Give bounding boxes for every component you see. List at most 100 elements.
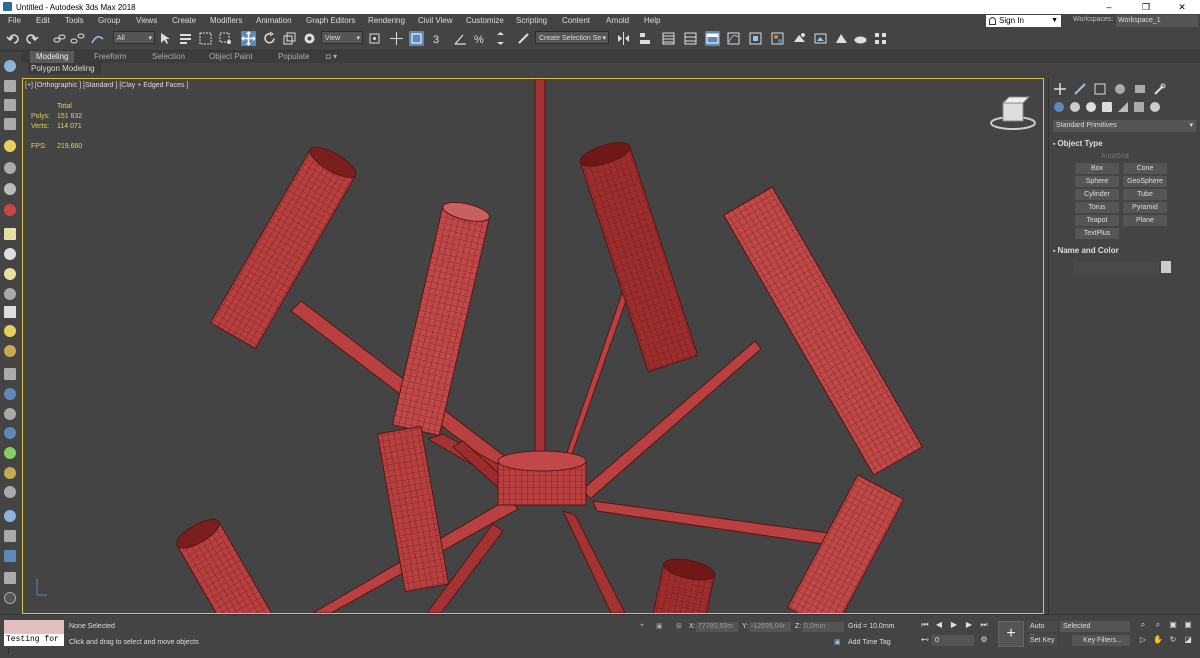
menu-tools[interactable]: Tools [65,16,84,25]
keyboard-shortcut-toggle-icon[interactable] [409,31,424,46]
window-crossing-icon[interactable] [218,31,233,46]
menu-animation[interactable]: Animation [256,16,292,25]
set-key-icon[interactable]: + [998,621,1024,647]
unlink-icon[interactable] [70,31,85,46]
cone-button[interactable]: Cone [1123,163,1167,174]
select-manipulate-icon[interactable] [389,31,404,46]
go-to-start-icon[interactable]: ⏮ [920,620,930,630]
menu-rendering[interactable]: Rendering [368,16,405,25]
sphere-button[interactable]: Sphere [1075,176,1119,187]
menu-scripting[interactable]: Scripting [516,16,547,25]
select-object-icon[interactable] [158,31,173,46]
display-tab-icon[interactable] [1133,82,1147,96]
selected-dropdown[interactable]: Selected [1060,621,1130,632]
bind-space-warp-icon[interactable] [90,31,105,46]
workspace-dropdown[interactable]: Workspace_1 [1116,15,1198,27]
utilities-tab-icon[interactable] [1153,82,1167,96]
viewport[interactable]: [+] [Orthographic ] [Standard ] [Clay + … [22,78,1044,614]
menu-edit[interactable]: Edit [36,16,50,25]
pan-view-icon[interactable]: ✋ [1153,635,1163,645]
rectangular-selection-icon[interactable] [198,31,213,46]
primitive-type-dropdown[interactable]: Standard Primitives ▾ [1053,120,1196,132]
object-name-field[interactable] [1074,262,1159,273]
sun-icon[interactable] [4,325,16,337]
name-and-color-rollout[interactable]: ▪ Name and Color [1053,246,1196,255]
object-color-swatch[interactable] [1161,261,1171,273]
absolute-mode-icon[interactable]: ⊞ [676,622,682,630]
box-button[interactable]: Box [1075,163,1119,174]
lights-icon[interactable] [1086,102,1096,112]
select-and-rotate-icon[interactable] [262,31,277,46]
key-mode-icon[interactable]: ⊷ [920,635,930,645]
isolate-selection-icon[interactable]: ⌖ [640,622,644,630]
select-and-move-icon[interactable] [241,31,256,46]
ribbon-options-icon[interactable]: ◘ ▾ [326,51,337,63]
maxscript-listener-mini[interactable] [4,620,64,634]
menu-help[interactable]: Help [644,16,660,25]
polygon-modeling-panel[interactable]: Polygon Modeling [28,63,101,74]
menu-views[interactable]: Views [136,16,157,25]
textplus-button[interactable]: TextPlus [1075,228,1119,239]
x-coordinate-field[interactable]: 77780,69m [696,622,738,632]
select-and-scale-icon[interactable] [282,31,297,46]
auto-key-button[interactable]: Auto Key [1027,621,1057,641]
arnold-toolbar-icon[interactable] [873,31,888,46]
light-icon[interactable] [4,140,16,152]
dome-icon[interactable] [4,248,16,260]
mirror-icon[interactable] [616,31,631,46]
sphere-icon[interactable] [4,268,16,280]
field-of-view-icon[interactable]: ▷ [1138,635,1148,645]
tool-d-icon[interactable] [4,550,16,562]
autogrid-checkbox[interactable]: AutoGrid [1101,153,1129,160]
named-selection-set-dropdown[interactable]: Create Selection Se ▾ [535,31,609,44]
minimize-button[interactable]: – [1091,0,1127,14]
menu-arnold[interactable]: Arnold [606,16,629,25]
scene-explorer-icon[interactable] [661,31,676,46]
globe-icon[interactable] [4,427,16,439]
layer-explorer-icon[interactable] [683,31,698,46]
helpers-icon[interactable] [1118,102,1128,112]
sky-icon[interactable] [4,345,16,357]
tool-a-icon[interactable] [4,388,16,400]
curve-editor-icon[interactable] [726,31,741,46]
menu-content[interactable]: Content [562,16,590,25]
tube-button[interactable]: Tube [1123,189,1167,200]
selection-lock-icon[interactable]: ▣ [656,622,663,630]
layers-icon[interactable] [4,118,16,130]
zoom-extents-icon[interactable]: ▣ [1168,620,1178,630]
walker-icon[interactable] [4,467,16,479]
geometry-icon[interactable] [1054,102,1064,112]
space-warp-icon[interactable] [4,183,16,195]
torus-button[interactable]: Torus [1075,202,1119,213]
render-setup-icon[interactable] [792,31,807,46]
edit-named-selection-icon[interactable] [516,31,531,46]
menu-group[interactable]: Group [98,16,120,25]
pivot-center-icon[interactable] [367,31,382,46]
ribbon-toggle-icon[interactable] [705,31,720,46]
systems-icon[interactable] [4,204,16,216]
zoom-icon[interactable]: ⌕ [1138,620,1148,630]
systems-icon[interactable] [1150,102,1160,112]
add-time-tag[interactable]: Add Time Tag [848,639,891,646]
foliage-icon[interactable] [4,447,16,459]
torus-icon[interactable] [4,288,16,300]
sign-in-dropdown[interactable]: Sign In ▼ [986,15,1061,27]
tab-object-paint[interactable]: Object Paint [209,51,253,63]
modify-tab-icon[interactable] [1073,82,1087,96]
undo-icon[interactable] [6,31,21,46]
tab-selection[interactable]: Selection [152,51,185,63]
tool-c-icon[interactable] [4,530,16,542]
previous-frame-icon[interactable]: ◀ [934,620,944,630]
z-coordinate-field[interactable]: 0,0mm [802,622,844,632]
menu-civil-view[interactable]: Civil View [418,16,453,25]
close-button[interactable]: ✕ [1164,0,1200,14]
viewport-layout-icon[interactable] [4,60,16,72]
plane-icon[interactable] [4,228,16,240]
geosphere-button[interactable]: GeoSphere [1123,176,1167,187]
viewcube-icon[interactable] [990,96,1036,130]
tool-b-icon[interactable] [4,408,16,420]
snaps-toggle-icon[interactable]: 3 [431,31,446,46]
sphere-render-icon[interactable] [4,510,16,522]
tab-modeling[interactable]: Modeling [30,51,75,63]
go-to-end-icon[interactable]: ⏭ [979,620,989,630]
